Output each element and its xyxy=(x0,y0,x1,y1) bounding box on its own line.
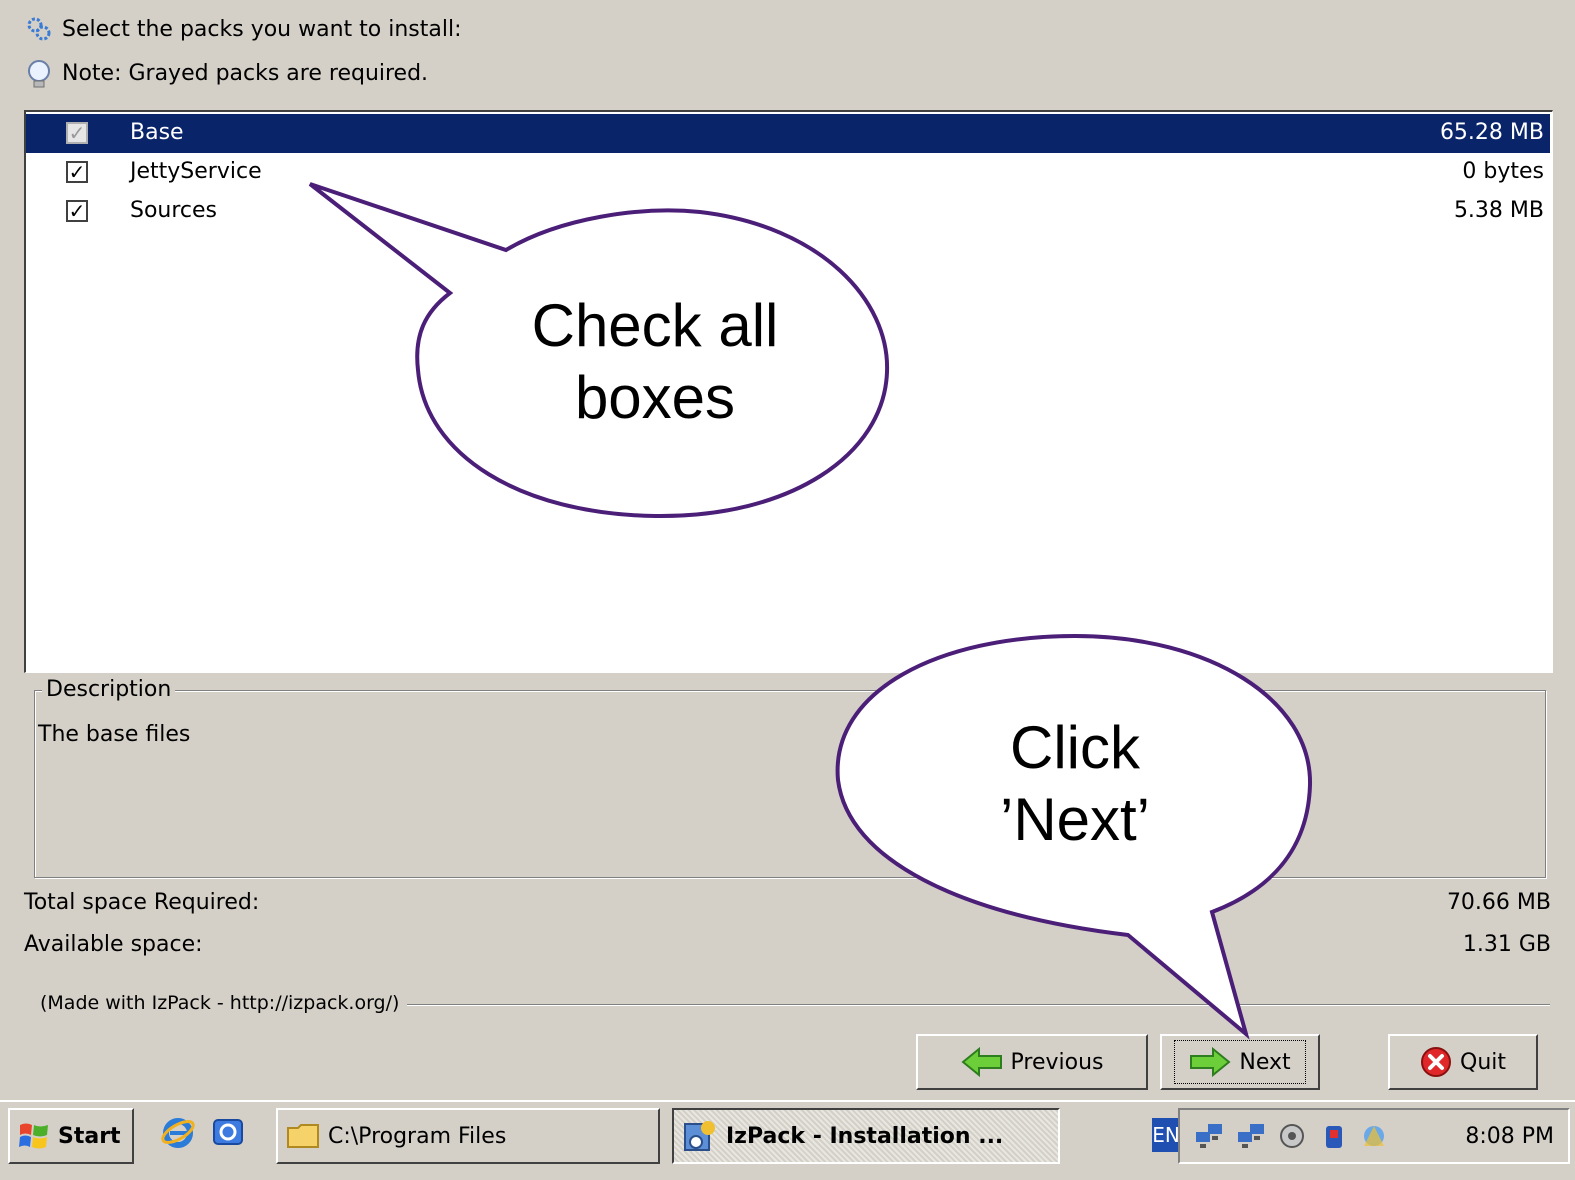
callout-overlay xyxy=(308,182,1313,1040)
click-next-line1: Click xyxy=(1010,714,1140,781)
check-all-line2: boxes xyxy=(574,364,736,431)
check-all-callout: Check all boxes xyxy=(470,290,840,434)
check-all-line1: Check all xyxy=(531,292,779,359)
click-next-line2: ’Next’ xyxy=(999,786,1151,853)
click-next-callout: Click ’Next’ xyxy=(930,712,1220,856)
